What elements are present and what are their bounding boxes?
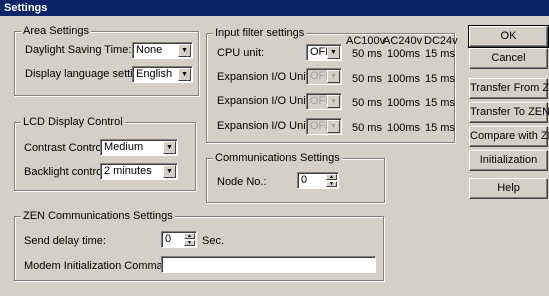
header-ac240: AC240v (383, 35, 423, 47)
send-delay-label: Send delay time: (24, 235, 106, 247)
node-label: Node No.: (217, 176, 267, 188)
exp1-select[interactable]: OFF ▼ (306, 68, 342, 85)
exp1-ac100: 50 ms (352, 73, 382, 85)
spin-down-icon[interactable]: ▼ (326, 181, 337, 187)
send-delay-spinner[interactable]: 0 ▲ ▼ (161, 231, 197, 248)
backlight-select[interactable]: 2 minutes ▼ (100, 163, 178, 180)
contrast-label: Contrast Control: (24, 142, 108, 154)
cpu-ac240: 100ms (387, 48, 421, 60)
chevron-down-icon[interactable]: ▼ (178, 68, 191, 81)
spin-up-icon[interactable]: ▲ (184, 233, 195, 239)
contrast-select[interactable]: Medium ▼ (100, 139, 178, 156)
comm-settings-legend: Communications Settings (213, 152, 342, 165)
chevron-down-icon[interactable]: ▼ (178, 44, 191, 57)
language-select[interactable]: English ▼ (132, 66, 193, 83)
cpu-dc24: 15 ms (425, 48, 455, 60)
compare-with-zen-button[interactable]: Compare with ZEN (469, 126, 549, 147)
backlight-value: 2 minutes (104, 165, 152, 177)
exp3-ac240: 100ms (387, 122, 421, 134)
language-value: English (136, 68, 173, 80)
cpu-unit-label: CPU unit: (217, 47, 265, 59)
transfer-to-zen-button[interactable]: Transfer To ZEN (469, 102, 549, 123)
chevron-down-icon[interactable]: ▼ (327, 70, 340, 83)
send-delay-value: 0 (165, 233, 172, 245)
send-delay-unit: Sec. (202, 235, 225, 247)
lcd-legend: LCD Display Control (21, 116, 125, 129)
exp2-ac240: 100ms (387, 97, 421, 109)
header-ac100: AC100v (346, 35, 386, 47)
zen-comm-legend: ZEN Communications Settings (21, 210, 175, 223)
dst-select[interactable]: None ▼ (132, 42, 193, 59)
exp3-ac100: 50 ms (352, 122, 382, 134)
chevron-down-icon[interactable]: ▼ (327, 120, 340, 133)
spin-down-icon[interactable]: ▼ (184, 240, 195, 246)
initialization-button[interactable]: Initialization (469, 150, 548, 171)
input-filter-legend: Input filter settings (213, 27, 307, 40)
cpu-ac100: 50 ms (352, 48, 382, 60)
title-bar: Settings (0, 0, 549, 16)
exp2-ac100: 50 ms (352, 97, 382, 109)
cancel-button[interactable]: Cancel (469, 48, 548, 69)
chevron-down-icon[interactable]: ▼ (327, 95, 340, 108)
transfer-from-zen-button[interactable]: Transfer From ZEN (469, 78, 549, 99)
dst-label: Daylight Saving Time: (25, 44, 132, 56)
header-dc24: DC24v (424, 35, 458, 47)
chevron-down-icon[interactable]: ▼ (327, 46, 340, 59)
exp3-select[interactable]: OFF ▼ (306, 118, 342, 135)
chevron-down-icon[interactable]: ▼ (163, 165, 176, 178)
help-button[interactable]: Help (469, 178, 548, 199)
exp1-dc24: 15 ms (425, 73, 455, 85)
backlight-label: Backlight control: (24, 166, 108, 178)
exp2-dc24: 15 ms (425, 97, 455, 109)
exp1-ac240: 100ms (387, 73, 421, 85)
node-spinner[interactable]: 0 ▲ ▼ (297, 172, 339, 189)
area-settings-group: Area Settings (14, 25, 199, 96)
lcd-group: LCD Display Control (14, 116, 196, 191)
cpu-unit-select[interactable]: OFF ▼ (306, 44, 342, 61)
modem-label: Modem Initialization Command: (24, 260, 179, 272)
area-settings-legend: Area Settings (21, 25, 92, 38)
dst-value: None (136, 44, 163, 56)
contrast-value: Medium (104, 141, 144, 153)
node-value: 0 (301, 174, 308, 186)
exp2-select[interactable]: OFF ▼ (306, 93, 342, 110)
chevron-down-icon[interactable]: ▼ (163, 141, 176, 154)
spin-up-icon[interactable]: ▲ (326, 174, 337, 180)
exp3-dc24: 15 ms (425, 122, 455, 134)
ok-button[interactable]: OK (468, 25, 549, 48)
settings-window: Settings Area Settings Daylight Saving T… (0, 0, 549, 296)
modem-input[interactable] (161, 256, 376, 273)
